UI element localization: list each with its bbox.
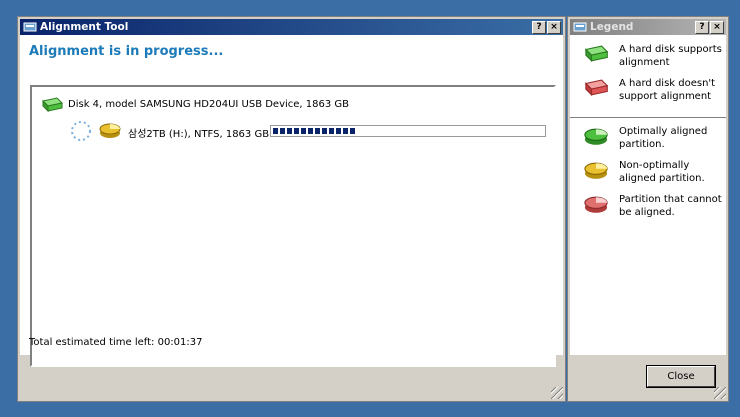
partition-nonoptimal-icon: [584, 162, 608, 179]
alignment-tool-window: Alignment Tool ? × Alignment is in progr…: [17, 16, 566, 402]
page-title: Alignment is in progress...: [29, 44, 224, 59]
alignment-title-bar[interactable]: Alignment Tool ? ×: [20, 19, 563, 35]
legend-divider: [570, 117, 726, 119]
app-icon: [573, 22, 587, 32]
legend-window: Legend ? × A hard disk supports alignmen…: [567, 16, 729, 402]
legend-title-bar[interactable]: Legend ? ×: [570, 19, 726, 35]
alignment-content: Alignment is in progress... Disk 4, mode…: [20, 35, 563, 367]
legend-label: A hard disk doesn't support alignment: [619, 78, 716, 102]
close-window-button[interactable]: ×: [547, 21, 561, 34]
legend-content: A hard disk supports alignment A hard di…: [570, 35, 726, 355]
legend-title: Legend: [590, 21, 634, 33]
legend-label: A hard disk supports alignment: [619, 44, 722, 68]
help-button[interactable]: ?: [532, 21, 546, 34]
legend-help-button[interactable]: ?: [695, 21, 709, 34]
eta-label: Total estimated time left: 00:01:37: [29, 337, 203, 348]
close-button[interactable]: Close: [646, 365, 716, 388]
app-icon: [23, 22, 37, 32]
legend-label: Partition that cannot be aligned.: [619, 194, 722, 218]
alignment-progress-bar: [270, 125, 546, 137]
loading-spinner-icon: [71, 121, 91, 141]
partition-label[interactable]: 삼성2TB (H:), NTFS, 1863 GB: [128, 125, 269, 140]
disk-supported-icon: [584, 45, 609, 63]
partition-icon: [99, 123, 121, 138]
progress-fill: [273, 128, 356, 134]
disk-icon: [41, 97, 64, 113]
legend-label: Non-optimally aligned partition.: [619, 160, 705, 184]
partition-unalignable-icon: [584, 196, 608, 213]
legend-close-window-button[interactable]: ×: [710, 21, 724, 34]
partition-optimal-icon: [584, 128, 608, 145]
resize-grip[interactable]: [551, 387, 563, 399]
legend-label: Optimally aligned partition.: [619, 126, 708, 150]
resize-grip[interactable]: [714, 387, 726, 399]
disk-unsupported-icon: [584, 79, 609, 97]
window-title: Alignment Tool: [40, 21, 129, 33]
disk-label[interactable]: Disk 4, model SAMSUNG HD204UI USB Device…: [68, 99, 349, 110]
disk-tree[interactable]: Disk 4, model SAMSUNG HD204UI USB Device…: [30, 85, 556, 367]
